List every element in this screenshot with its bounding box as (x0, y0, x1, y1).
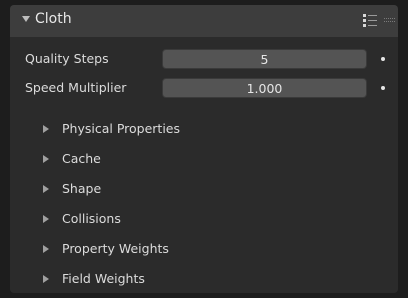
collapsed-arrow-icon (43, 155, 49, 163)
subpanel-label: Cache (62, 151, 101, 166)
quality-steps-field[interactable]: 5 (162, 49, 367, 69)
subpanel-label: Field Weights (62, 271, 145, 286)
speed-multiplier-field[interactable]: 1.000 (162, 78, 367, 98)
panel-title: Cloth (35, 11, 72, 27)
quality-steps-keyframe-dot[interactable] (381, 57, 385, 61)
speed-multiplier-label: Speed Multiplier (25, 80, 127, 95)
subpanel-label: Shape (62, 181, 102, 196)
subpanel-physical-properties[interactable]: Physical Properties (10, 114, 398, 144)
list-options-icon[interactable] (363, 14, 377, 28)
collapsed-arrow-icon (43, 125, 49, 133)
subpanel-field-weights[interactable]: Field Weights (10, 264, 398, 293)
collapsed-arrow-icon (43, 275, 49, 283)
subpanel-collisions[interactable]: Collisions (10, 204, 398, 234)
quality-steps-label: Quality Steps (25, 51, 109, 66)
drag-handle-icon[interactable] (384, 18, 395, 23)
subpanel-label: Collisions (62, 211, 121, 226)
collapsed-arrow-icon (43, 215, 49, 223)
collapsed-arrow-icon (43, 245, 49, 253)
cloth-panel-header[interactable]: Cloth (10, 5, 398, 37)
subpanel-property-weights[interactable]: Property Weights (10, 234, 398, 264)
subpanel-label: Physical Properties (62, 121, 180, 136)
subpanel-cache[interactable]: Cache (10, 144, 398, 174)
subpanel-label: Property Weights (62, 241, 169, 256)
cloth-panel: Cloth Quality Steps 5 Speed Multiplier 1… (10, 5, 398, 293)
subpanel-shape[interactable]: Shape (10, 174, 398, 204)
collapsed-arrow-icon (43, 185, 49, 193)
expand-arrow-icon[interactable] (22, 16, 30, 22)
speed-multiplier-keyframe-dot[interactable] (381, 86, 385, 90)
